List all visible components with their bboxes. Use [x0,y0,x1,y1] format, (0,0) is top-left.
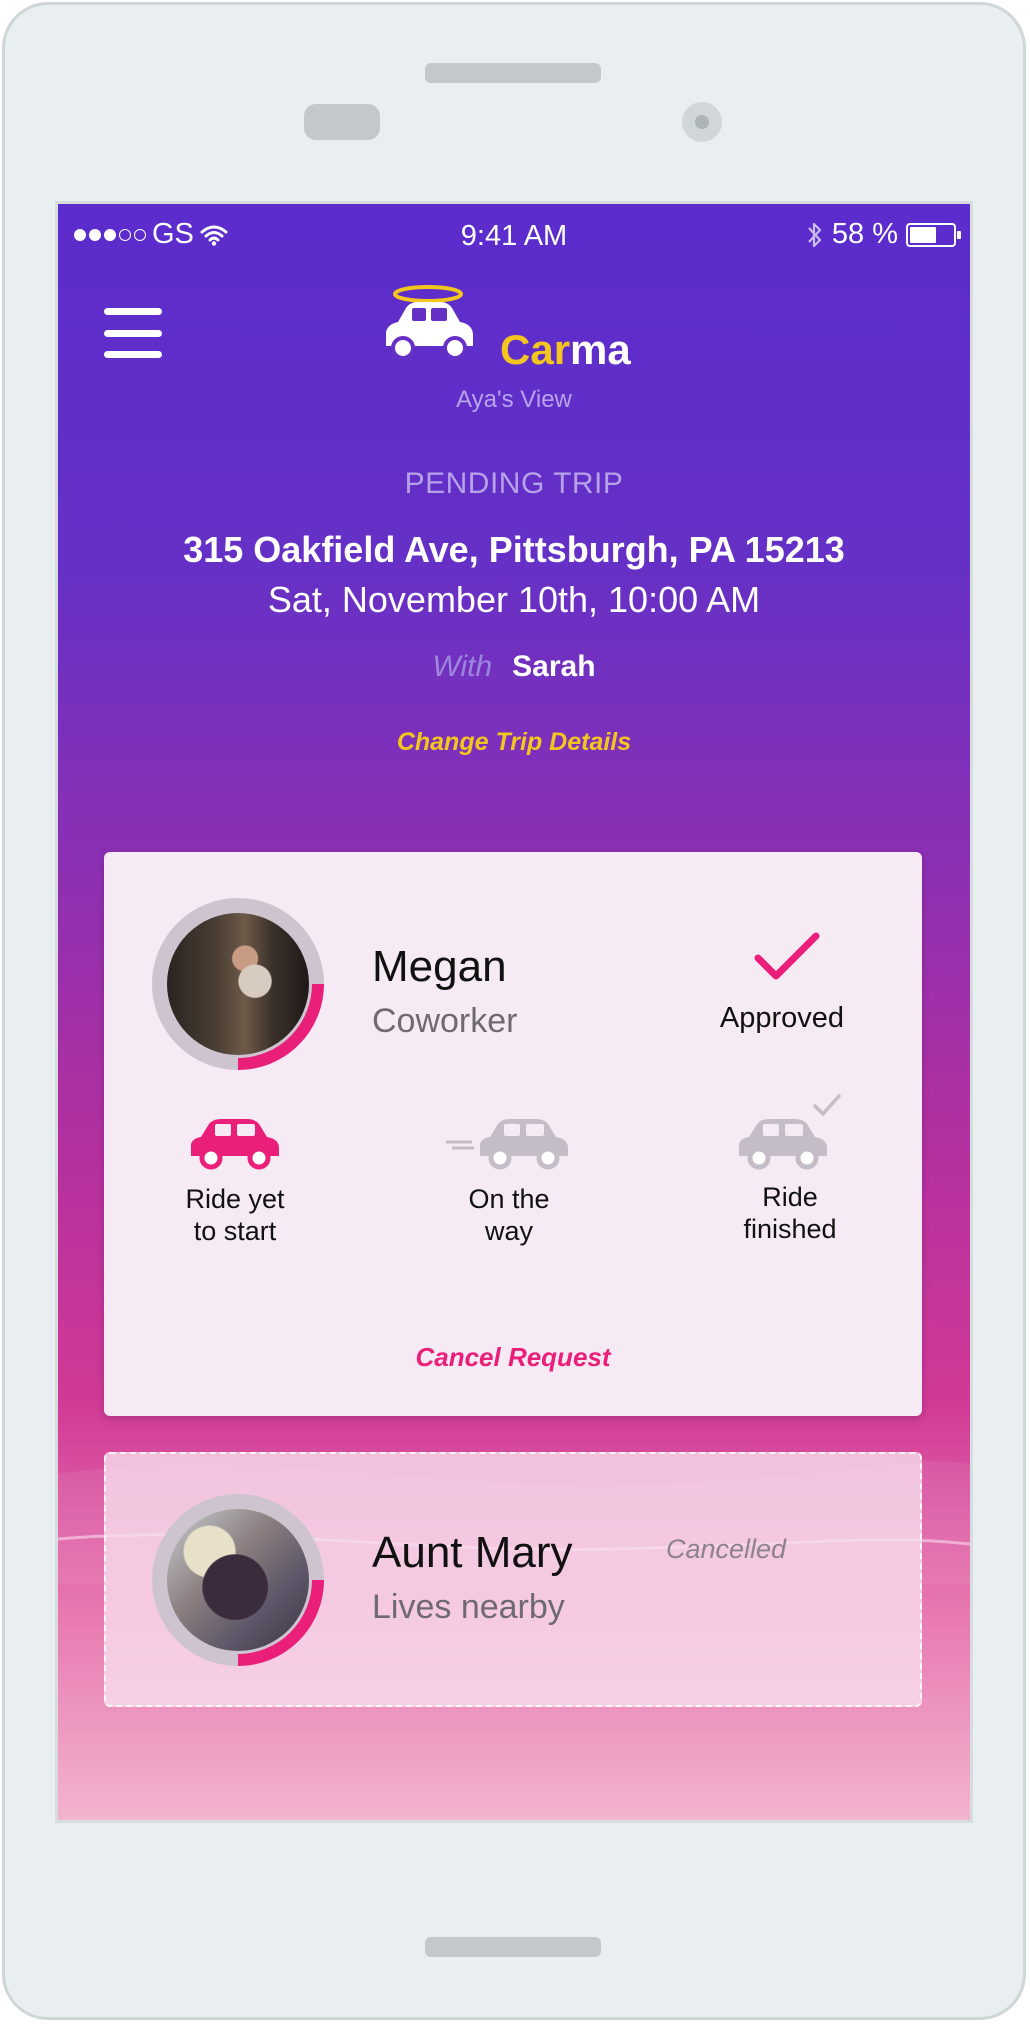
battery-percent: 58 % [831,218,898,250]
car-check-icon [739,1094,841,1170]
change-trip-details-link[interactable]: Change Trip Details [58,728,970,757]
with-label: With [432,650,493,683]
brand-name-ma: ma [570,326,631,373]
cancel-request-link[interactable]: Cancel Request [104,1342,922,1373]
rider-relation: Lives nearby [372,1588,565,1626]
rider-card: Aunt Mary Lives nearby Cancelled [104,1452,922,1707]
trip-with: With Sarah [58,650,970,684]
step-ride-finished: Ride finished [690,1092,890,1245]
trip-datetime: Sat, November 10th, 10:00 AM [267,579,761,620]
view-subtitle: Aya's View [456,386,572,413]
car-moving-icon [446,1119,568,1170]
rider-relation: Coworker [372,1002,518,1040]
rider-name: Aunt Mary [372,1528,573,1577]
phone-speaker [425,63,601,83]
rider-name: Megan [372,942,507,991]
with-name: Sarah [512,650,596,683]
avatar[interactable] [152,898,324,1070]
car-icon [191,1119,279,1170]
menu-button[interactable] [104,308,162,358]
app-screen: GS 9:41 AM 58 % Carma Aya's View PENDING… [58,204,970,1820]
menu-line [104,351,162,358]
step-label: Ride finished [743,1182,837,1244]
battery-icon [906,222,961,247]
avatar[interactable] [152,1494,324,1666]
trip-status: PENDING TRIP [404,467,624,500]
status-right-group: 58 % [806,218,961,251]
check-icon [754,932,820,980]
approval-status: Approved [719,1002,845,1034]
avatar-photo [167,1509,309,1651]
phone-sensor [304,104,380,140]
cancelled-status: Cancelled [665,1534,787,1564]
step-on-the-way: On the way [409,1114,609,1247]
trip-address: 315 Oakfield Ave, Pittsburgh, PA 15213 [183,529,845,570]
step-label: On the way [468,1184,550,1246]
status-bar: GS 9:41 AM 58 % [58,204,970,264]
step-label: Ride yet to start [185,1184,285,1246]
phone-home-bar [425,1937,601,1957]
brand-name: Carma [500,326,631,374]
rider-card: Megan Coworker Approved Ride yet to start [104,852,922,1416]
halo-car-icon [386,285,473,360]
brand-name-car: Car [500,326,571,373]
step-ride-yet-to-start: Ride yet to start [135,1114,335,1247]
avatar-photo [167,913,309,1055]
bluetooth-icon [808,222,821,247]
menu-line [104,308,162,315]
menu-line [104,329,162,337]
app-logo: Carma [378,284,668,394]
phone-camera [682,102,722,142]
